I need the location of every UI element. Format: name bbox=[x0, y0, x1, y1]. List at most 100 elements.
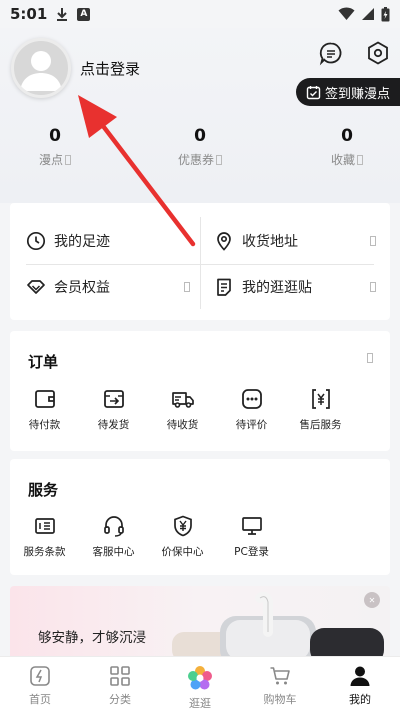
footprints-link[interactable]: 我的足迹 bbox=[26, 218, 186, 264]
order-label: 待评价 bbox=[235, 419, 268, 431]
grid-icon bbox=[110, 666, 130, 686]
settings-icon[interactable] bbox=[365, 40, 391, 66]
calendar-check-icon bbox=[306, 85, 321, 99]
tab-home[interactable]: 首页 bbox=[0, 657, 80, 711]
order-to-review[interactable]: 待评价 bbox=[217, 387, 286, 432]
tab-label: 逛逛 bbox=[189, 697, 211, 710]
headset-icon bbox=[103, 516, 124, 537]
earbuds-product-image bbox=[172, 591, 384, 656]
chevron-right-icon bbox=[370, 282, 376, 292]
signal-icon bbox=[362, 8, 374, 20]
default-avatar-icon bbox=[20, 51, 62, 91]
member-label: 会员权益 bbox=[54, 280, 110, 296]
message-icon[interactable] bbox=[318, 40, 344, 66]
tab-category[interactable]: 分类 bbox=[80, 657, 160, 711]
truck-icon bbox=[171, 392, 194, 408]
tab-profile[interactable]: 我的 bbox=[320, 657, 400, 711]
chevron-right-icon bbox=[216, 154, 222, 165]
stats-row: 0 漫点 0 优惠券 0 收藏 bbox=[0, 126, 400, 176]
order-to-ship[interactable]: 待发货 bbox=[79, 387, 148, 432]
tab-label: 分类 bbox=[109, 693, 131, 706]
my-posts-label: 我的逛逛贴 bbox=[242, 280, 312, 296]
orders-row: 待付款 待发货 待收货 待评价 售后服务 bbox=[10, 387, 390, 432]
services-row: 服务条款 客服中心 价保中心 PC登录 bbox=[10, 514, 390, 559]
orders-title: 订单 bbox=[28, 353, 59, 371]
stat-label: 收藏 bbox=[330, 153, 355, 167]
tab-label: 首页 bbox=[29, 693, 51, 706]
order-pending-payment[interactable]: 待付款 bbox=[10, 387, 79, 432]
address-label: 收货地址 bbox=[242, 234, 298, 250]
terms-icon bbox=[34, 518, 55, 534]
member-link[interactable]: 会员权益 bbox=[26, 264, 190, 310]
order-label: 待收货 bbox=[166, 419, 199, 431]
order-to-receive[interactable]: 待收货 bbox=[148, 387, 217, 432]
monitor-icon bbox=[241, 517, 262, 535]
notification-icon: A bbox=[77, 7, 91, 21]
colorful-flower-icon bbox=[188, 666, 212, 690]
home-icon bbox=[30, 666, 50, 686]
battery-icon bbox=[381, 6, 390, 21]
tab-label: 购物车 bbox=[263, 693, 297, 706]
status-bar: 5:01 A bbox=[0, 0, 400, 28]
chevron-right-icon bbox=[184, 282, 190, 292]
services-card: 服务 服务条款 客服中心 价保中心 PC登录 bbox=[10, 459, 390, 575]
banner-slogan: 够安静，才够沉浸 bbox=[38, 630, 146, 646]
stat-points[interactable]: 0 漫点 bbox=[0, 126, 110, 168]
stat-value: 0 bbox=[194, 126, 206, 146]
service-support[interactable]: 客服中心 bbox=[79, 514, 148, 559]
tab-cart[interactable]: 购物车 bbox=[240, 657, 320, 711]
promo-banner[interactable]: 够安静，才够沉浸 ✕ bbox=[10, 586, 390, 656]
tab-browse[interactable]: 逛逛 bbox=[160, 657, 240, 711]
clock-icon bbox=[26, 231, 46, 251]
service-label: 客服中心 bbox=[92, 546, 135, 558]
wallet-icon bbox=[34, 390, 55, 408]
document-icon bbox=[217, 278, 231, 296]
service-label: PC登录 bbox=[234, 546, 269, 558]
refund-icon bbox=[311, 389, 330, 409]
order-label: 售后服务 bbox=[299, 419, 342, 431]
stat-label: 优惠券 bbox=[177, 153, 214, 167]
chat-dots-icon bbox=[241, 389, 262, 409]
profile-header: 点击登录 签到赚漫点 0 漫点 0 优惠券 0 收藏 bbox=[0, 28, 400, 203]
stat-coupons[interactable]: 0 优惠券 bbox=[145, 126, 255, 168]
divider bbox=[200, 217, 201, 309]
location-pin-icon bbox=[217, 232, 231, 251]
order-after-sales[interactable]: 售后服务 bbox=[286, 387, 355, 432]
checkin-button[interactable]: 签到赚漫点 bbox=[295, 78, 400, 106]
avatar[interactable] bbox=[11, 38, 71, 98]
service-terms[interactable]: 服务条款 bbox=[10, 514, 79, 559]
quick-links-card: 我的足迹 收货地址 会员权益 我的逛逛贴 bbox=[10, 203, 390, 320]
bottom-tab-bar: 首页 分类 逛逛 购物车 我的 bbox=[0, 656, 400, 711]
services-title: 服务 bbox=[28, 481, 59, 499]
chevron-right-icon[interactable] bbox=[367, 353, 373, 363]
status-time: 5:01 bbox=[10, 5, 48, 23]
person-icon bbox=[350, 666, 370, 686]
shield-yen-icon bbox=[173, 515, 192, 537]
order-label: 待发货 bbox=[97, 419, 130, 431]
service-label: 服务条款 bbox=[23, 546, 66, 558]
stat-label: 漫点 bbox=[38, 153, 63, 167]
tab-label: 我的 bbox=[349, 693, 371, 706]
order-label: 待付款 bbox=[28, 419, 61, 431]
chevron-right-icon bbox=[65, 154, 71, 165]
diamond-icon bbox=[27, 280, 45, 294]
chevron-right-icon bbox=[370, 236, 376, 246]
footprints-label: 我的足迹 bbox=[54, 234, 110, 250]
address-link[interactable]: 收货地址 bbox=[214, 218, 376, 264]
chevron-right-icon bbox=[357, 154, 363, 165]
orders-card: 订单 待付款 待发货 待收货 待评价 售后服务 bbox=[10, 331, 390, 451]
banner-close-icon[interactable]: ✕ bbox=[364, 592, 380, 608]
box-icon bbox=[103, 390, 124, 408]
service-price-protection[interactable]: 价保中心 bbox=[148, 514, 217, 559]
stat-value: 0 bbox=[341, 126, 353, 146]
my-posts-link[interactable]: 我的逛逛贴 bbox=[214, 264, 376, 310]
service-label: 价保中心 bbox=[161, 546, 204, 558]
login-link[interactable]: 点击登录 bbox=[80, 58, 140, 79]
stat-favorites[interactable]: 0 收藏 bbox=[292, 126, 400, 168]
stat-value: 0 bbox=[49, 126, 61, 146]
download-icon bbox=[57, 8, 68, 21]
service-pc-login[interactable]: PC登录 bbox=[217, 514, 286, 559]
wifi-icon bbox=[338, 7, 355, 20]
cart-icon bbox=[270, 667, 290, 685]
checkin-label: 签到赚漫点 bbox=[324, 86, 390, 102]
